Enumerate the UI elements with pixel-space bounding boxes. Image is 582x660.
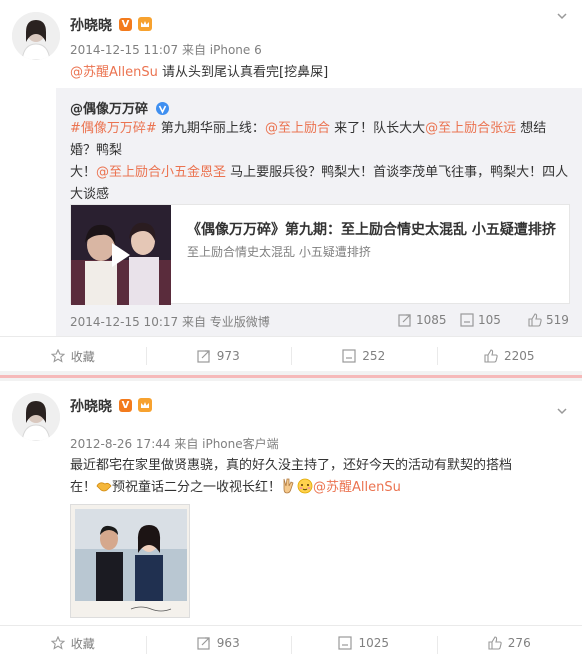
repost-link[interactable]: #偶像万万碎# xyxy=(70,121,157,136)
like-button[interactable]: 276 xyxy=(437,626,582,660)
comment-icon xyxy=(460,313,474,327)
comment-button[interactable]: 252 xyxy=(291,337,437,375)
mention-link[interactable]: @苏醒AllenSu xyxy=(70,65,158,80)
post-body-line-2: 在！预祝童话二分之一收视长红！@苏醒AllenSu xyxy=(70,477,570,499)
repost-text-fragment: 第九期华丽上线： xyxy=(157,121,265,136)
repost-link[interactable]: @至上励合 xyxy=(265,121,330,136)
repost-button[interactable]: 963 xyxy=(146,626,292,660)
mention-link[interactable]: @苏醒AllenSu xyxy=(313,480,401,495)
star-icon xyxy=(51,349,65,363)
shy-face-emoji-icon xyxy=(297,478,313,494)
chevron-down-icon[interactable] xyxy=(556,405,568,417)
chevron-down-icon[interactable] xyxy=(556,10,568,22)
star-icon xyxy=(51,636,65,650)
repost-text-fragment: 大！ xyxy=(70,165,96,180)
reposted-weibo: @偶像万万碎 #偶像万万碎# 第九期华丽上线：@至上励合 来了！队长大大@至上励… xyxy=(56,88,582,336)
post-separator xyxy=(0,371,582,381)
comment-button[interactable]: 1025 xyxy=(291,626,437,660)
post-text: 最近都宅在家里做贤惠骁，真的好久没主持了，还好今天的活动有默契的搭档 在！预祝童… xyxy=(70,455,570,499)
thumbs-up-icon xyxy=(528,313,542,327)
post-toolbar: 收藏 973 252 2205 xyxy=(0,336,582,375)
verified-badge-icon[interactable]: V xyxy=(119,399,132,412)
separator-accent-bar xyxy=(0,375,582,378)
username[interactable]: 孙晓晓 xyxy=(70,396,112,416)
video-card[interactable]: 《偶像万万碎》第九期：至上励合情史太混乱 小五疑遭排挤 至上励合情史太混乱 小五… xyxy=(70,204,570,304)
post-body: 请从头到尾认真看完[挖鼻屎] xyxy=(158,65,328,80)
avatar-portrait-icon xyxy=(12,12,60,60)
repost-link[interactable]: @至上励合张远 xyxy=(425,121,516,136)
favorite-button[interactable]: 收藏 xyxy=(0,626,146,660)
member-crown-icon[interactable] xyxy=(138,17,152,31)
thumbs-up-icon xyxy=(488,636,502,650)
post-body-line-1: 最近都宅在家里做贤惠骁，真的好久没主持了，还好今天的活动有默契的搭档 xyxy=(70,455,570,477)
post-meta[interactable]: 2014-12-15 11:07 来自 iPhone 6 xyxy=(70,41,262,58)
member-crown-icon[interactable] xyxy=(138,398,152,412)
repost-text-line: #偶像万万碎# 第九期华丽上线：@至上励合 来了！队长大大@至上励合张远 想结婚… xyxy=(70,118,570,162)
victory-hand-emoji-icon xyxy=(281,478,295,494)
weibo-post-2: 孙晓晓 V 2012-8-26 17:44 来自 iPhone客户端 最近都宅在… xyxy=(0,381,582,659)
comment-icon xyxy=(338,636,352,650)
play-icon[interactable] xyxy=(112,243,130,267)
video-title[interactable]: 《偶像万万碎》第九期：至上励合情史太混乱 小五疑遭排挤 xyxy=(187,219,556,239)
username[interactable]: 孙晓晓 xyxy=(70,15,112,35)
post-text: @苏醒AllenSu 请从头到尾认真看完[挖鼻屎] xyxy=(70,62,570,84)
post-photo[interactable] xyxy=(70,504,190,618)
like-button[interactable]: 2205 xyxy=(437,337,582,375)
forward-icon xyxy=(197,636,211,650)
repost-link[interactable]: @至上励合小五金恩圣 xyxy=(96,165,226,180)
video-thumbnail[interactable] xyxy=(71,205,171,305)
handshake-emoji-icon xyxy=(96,479,112,493)
verified-blue-icon xyxy=(156,102,169,115)
repost-text-line: 大！@至上励合小五金恩圣 马上要服兵役？鸭梨大！首谈李茂单飞往事，鸭梨大！四人大… xyxy=(70,162,570,206)
favorite-button[interactable]: 收藏 xyxy=(0,337,146,375)
repost-like-count[interactable]: 519 xyxy=(528,313,569,327)
weibo-post-1: 孙晓晓 V 2014-12-15 11:07 来自 iPhone 6 @苏醒Al… xyxy=(0,0,582,371)
post-toolbar: 收藏 963 1025 276 xyxy=(0,625,582,660)
photo-image xyxy=(71,505,190,618)
repost-comment-count[interactable]: 105 xyxy=(460,313,501,327)
repost-text-fragment: 来了！队长大大 xyxy=(330,121,425,136)
comment-icon xyxy=(342,349,356,363)
video-description: 至上励合情史太混乱 小五疑遭排挤 xyxy=(187,243,371,260)
repost-meta[interactable]: 2014-12-15 10:17 来自 专业版微博 xyxy=(70,313,270,330)
repost-forward-count[interactable]: 1085 xyxy=(398,313,447,327)
avatar-portrait-icon xyxy=(12,393,60,441)
forward-icon xyxy=(398,313,412,327)
repost-author[interactable]: @偶像万万碎 xyxy=(70,98,169,117)
avatar[interactable] xyxy=(12,12,60,60)
post-meta[interactable]: 2012-8-26 17:44 来自 iPhone客户端 xyxy=(70,435,279,452)
thumbs-up-icon xyxy=(484,349,498,363)
avatar[interactable] xyxy=(12,393,60,441)
forward-icon xyxy=(197,349,211,363)
repost-button[interactable]: 973 xyxy=(146,337,292,375)
verified-badge-icon[interactable]: V xyxy=(119,18,132,31)
